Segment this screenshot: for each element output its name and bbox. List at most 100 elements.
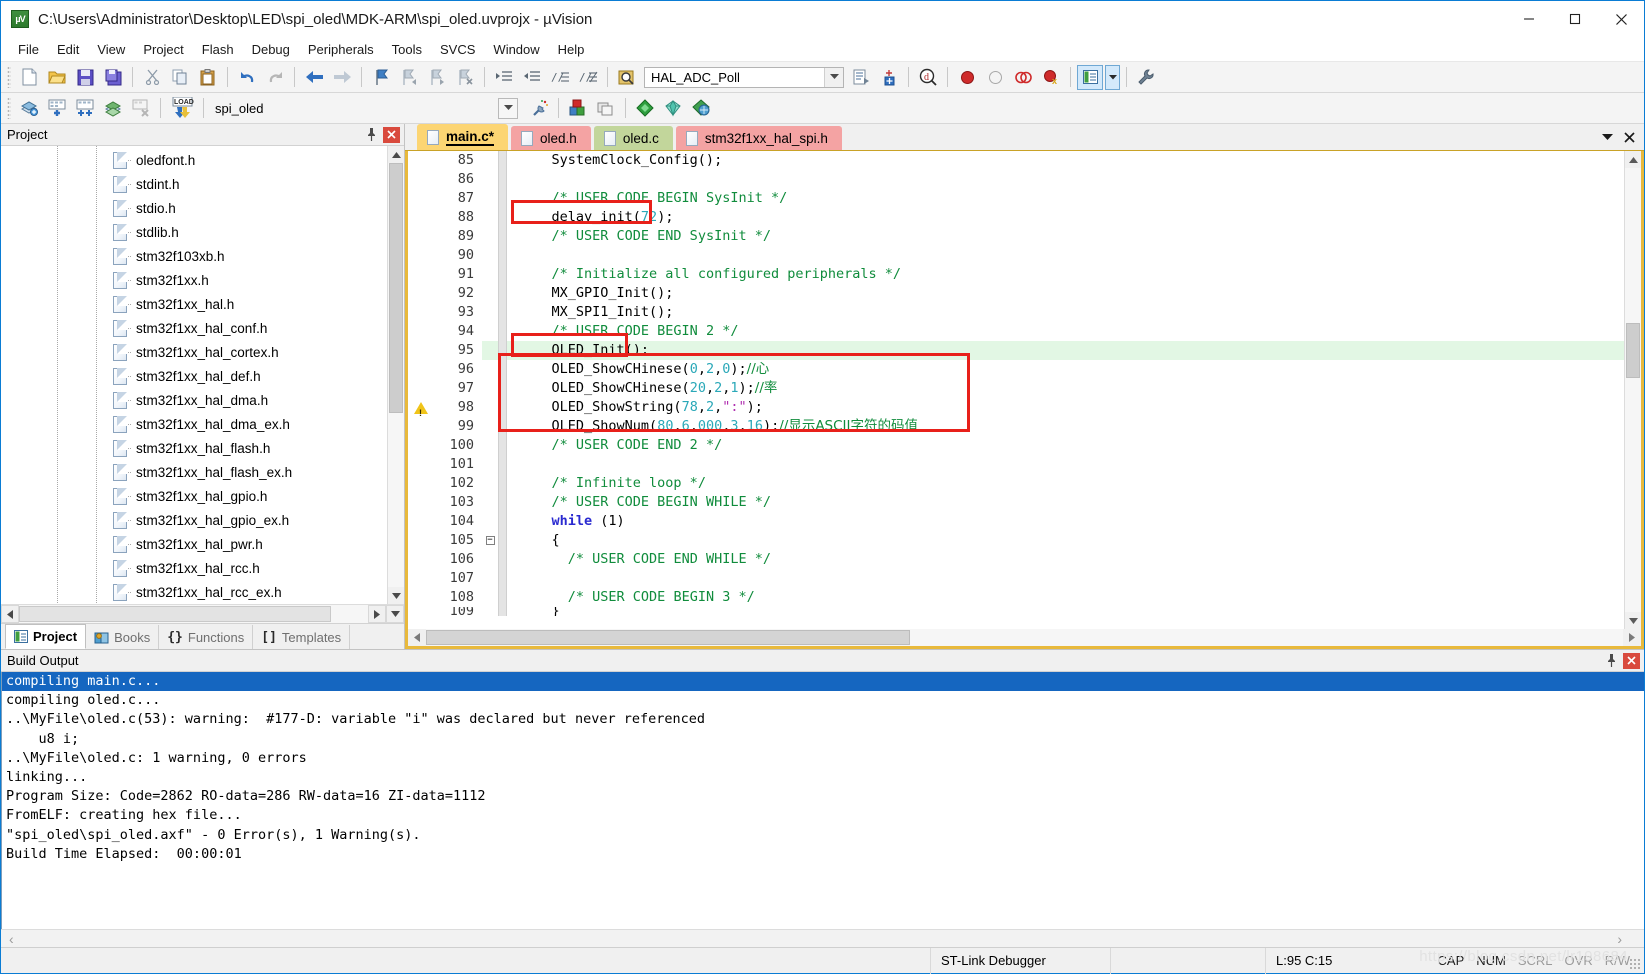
- code-line-103[interactable]: 103 /* USER CODE BEGIN WHILE */: [408, 493, 1624, 512]
- menu-debug[interactable]: Debug: [243, 40, 299, 59]
- rebuild-icon[interactable]: [72, 96, 98, 121]
- minimize-button[interactable]: [1506, 1, 1552, 37]
- undo-icon[interactable]: [234, 65, 260, 90]
- bookmark-prev-icon[interactable]: [396, 65, 422, 90]
- build-line[interactable]: Program Size: Code=2862 RO-data=286 RW-d…: [2, 787, 1644, 806]
- code-line-95[interactable]: 95 OLED_Init();: [408, 341, 1624, 360]
- menu-edit[interactable]: Edit: [48, 40, 88, 59]
- menu-project[interactable]: Project: [134, 40, 192, 59]
- configure-icon[interactable]: [876, 65, 902, 90]
- tab-books[interactable]: Books: [86, 625, 159, 649]
- tree-item-stm32f103xb-h[interactable]: stm32f103xb.h: [1, 244, 387, 268]
- code-line-102[interactable]: 102 /* Infinite loop */: [408, 474, 1624, 493]
- outdent-icon[interactable]: [519, 65, 545, 90]
- tab-project[interactable]: Project: [5, 624, 86, 649]
- tree-item-stm32f1xx-hal-def-h[interactable]: stm32f1xx_hal_def.h: [1, 364, 387, 388]
- code-line-98[interactable]: 98 OLED_ShowString(78,2,":");: [408, 398, 1624, 417]
- tab-functions[interactable]: {} Functions: [159, 625, 253, 649]
- scroll-right-icon[interactable]: [1623, 629, 1641, 646]
- target-options-icon[interactable]: [526, 96, 552, 121]
- debug-query-icon[interactable]: d: [915, 65, 941, 90]
- scroll-left-icon[interactable]: [408, 629, 426, 646]
- scroll-thumb[interactable]: [426, 630, 910, 645]
- maximize-button[interactable]: [1552, 1, 1598, 37]
- copy-icon[interactable]: [167, 65, 193, 90]
- project-tree-horizontal-scrollbar[interactable]: [1, 604, 404, 623]
- scroll-left-icon[interactable]: [1, 605, 19, 623]
- tree-item-stm32f1xx-hal-cortex-h[interactable]: stm32f1xx_hal_cortex.h: [1, 340, 387, 364]
- translate-icon[interactable]: [16, 96, 42, 121]
- scroll-thumb[interactable]: [1626, 323, 1640, 378]
- code-line-85[interactable]: 85 SystemClock_Config();: [408, 151, 1624, 170]
- menu-file[interactable]: File: [9, 40, 48, 59]
- cut-icon[interactable]: [139, 65, 165, 90]
- bookmark-toggle-icon[interactable]: [368, 65, 394, 90]
- code-line-109[interactable]: 109 }: [408, 607, 1624, 616]
- redo-icon[interactable]: [262, 65, 288, 90]
- code-line-86[interactable]: 86: [408, 170, 1624, 189]
- menu-help[interactable]: Help: [549, 40, 594, 59]
- save-all-icon[interactable]: [100, 65, 126, 90]
- editor-tablist-menu-icon[interactable]: [1596, 126, 1618, 148]
- project-tree-vertical-scrollbar[interactable]: [387, 146, 404, 604]
- build-output-horizontal-scrollbar[interactable]: ‹ ›: [1, 929, 1644, 947]
- code-text-area[interactable]: 85 SystemClock_Config(); 86: [408, 151, 1624, 629]
- bookmark-clear-icon[interactable]: [452, 65, 478, 90]
- editor-tab-oled-h[interactable]: oled.h: [511, 126, 591, 150]
- tree-item-stm32f1xx-hal-rcc-h[interactable]: stm32f1xx_hal_rcc.h: [1, 556, 387, 580]
- code-line-100[interactable]: 100 /* USER CODE END 2 */: [408, 436, 1624, 455]
- build-line[interactable]: compiling oled.c...: [2, 691, 1644, 710]
- components-icon[interactable]: [632, 96, 658, 121]
- editor-tab-main-c[interactable]: main.c*: [417, 124, 508, 150]
- navigate-forward-icon[interactable]: [329, 65, 355, 90]
- code-line-99[interactable]: 99 OLED_ShowNum(80,6,000,3,16);//显示ASCII…: [408, 417, 1624, 436]
- tree-item-stm32f1xx-h[interactable]: stm32f1xx.h: [1, 268, 387, 292]
- build-line[interactable]: linking...: [2, 768, 1644, 787]
- tree-item-stm32f1xx-hal-pwr-h[interactable]: stm32f1xx_hal_pwr.h: [1, 532, 387, 556]
- menu-svcs[interactable]: SVCS: [431, 40, 484, 59]
- build-line[interactable]: "spi_oled\spi_oled.axf" - 0 Error(s), 1 …: [2, 826, 1644, 845]
- build-line[interactable]: Build Time Elapsed: 00:00:01: [2, 845, 1644, 864]
- code-line-104[interactable]: 104 while (1): [408, 512, 1624, 531]
- scroll-up-icon[interactable]: [1625, 151, 1641, 168]
- code-line-106[interactable]: 106 /* USER CODE END WHILE */: [408, 550, 1624, 569]
- save-icon[interactable]: [72, 65, 98, 90]
- tree-item-stdlib-h[interactable]: stdlib.h: [1, 220, 387, 244]
- tree-item-stm32f1xx-hal-dma-h[interactable]: stm32f1xx_hal_dma.h: [1, 388, 387, 412]
- download-icon[interactable]: LOAD: [167, 96, 197, 121]
- disable-all-breakpoints-icon[interactable]: [1010, 65, 1036, 90]
- pin-icon[interactable]: [362, 126, 380, 144]
- scroll-track[interactable]: [426, 629, 1623, 646]
- pack-installer-icon[interactable]: [660, 96, 686, 121]
- toolbar-grip[interactable]: [7, 97, 11, 119]
- project-tree[interactable]: oledfont.h stdint.h stdio.h stdlib.h stm…: [1, 146, 387, 604]
- manage-run-time-icon[interactable]: [688, 96, 714, 121]
- close-button[interactable]: [1598, 1, 1644, 37]
- code-line-89[interactable]: 89 /* USER CODE END SysInit */: [408, 227, 1624, 246]
- new-file-icon[interactable]: [16, 65, 42, 90]
- target-selector-value[interactable]: spi_oled: [209, 97, 369, 120]
- paste-icon[interactable]: [195, 65, 221, 90]
- batch-build-icon[interactable]: [100, 96, 126, 121]
- code-line-90[interactable]: 90: [408, 246, 1624, 265]
- tree-item-stm32f1xx-hal-h[interactable]: stm32f1xx_hal.h: [1, 292, 387, 316]
- scroll-down-icon[interactable]: [1625, 612, 1641, 629]
- indent-icon[interactable]: [491, 65, 517, 90]
- tree-item-stm32f1xx-hal-gpio-ex-h[interactable]: stm32f1xx_hal_gpio_ex.h: [1, 508, 387, 532]
- tree-item-oledfont-h[interactable]: oledfont.h: [1, 148, 387, 172]
- collapse-icon[interactable]: −: [486, 536, 495, 545]
- menu-flash[interactable]: Flash: [193, 40, 243, 59]
- bookmark-next-icon[interactable]: [424, 65, 450, 90]
- scroll-up-icon[interactable]: [388, 146, 404, 163]
- editor-tab-oled-c[interactable]: oled.c: [594, 126, 673, 150]
- find-in-files-icon[interactable]: [614, 65, 640, 90]
- scroll-track[interactable]: [388, 163, 404, 587]
- close-icon[interactable]: [383, 127, 400, 143]
- scroll-right-icon[interactable]: [368, 605, 386, 623]
- kill-all-breakpoints-icon[interactable]: x: [1038, 65, 1064, 90]
- tree-item-stm32f1xx-hal-rcc-ex-h[interactable]: stm32f1xx_hal_rcc_ex.h: [1, 580, 387, 604]
- build-line[interactable]: u8 i;: [2, 730, 1644, 749]
- disable-breakpoint-icon[interactable]: [982, 65, 1008, 90]
- configure-toolbar-icon[interactable]: [1133, 65, 1159, 90]
- open-file-icon[interactable]: [44, 65, 70, 90]
